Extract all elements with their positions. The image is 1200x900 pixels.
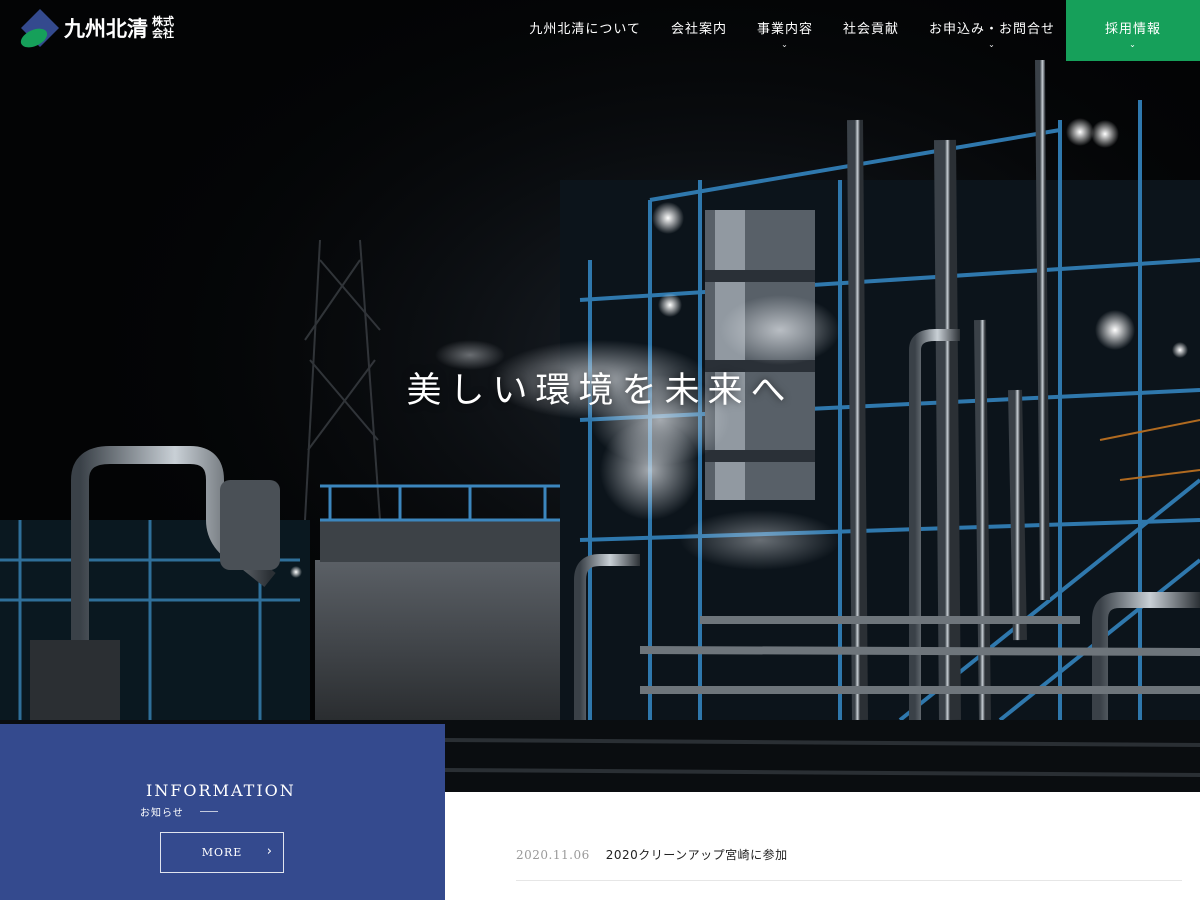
nav-item-business[interactable]: 事業内容 ⌄: [742, 0, 828, 60]
logo-company-suffix: 株式 会社: [152, 16, 174, 40]
chevron-down-icon: ⌄: [781, 40, 789, 49]
nav-item-label: 社会貢献: [842, 22, 899, 37]
logo-suffix-bottom: 会社: [152, 27, 174, 40]
chevron-down-icon: ⌄: [1129, 40, 1137, 49]
news-item[interactable]: 2020.11.06 2020クリーンアップ宮崎に参加: [516, 846, 788, 863]
nav-item-label: お申込み・お問合せ: [928, 22, 1055, 37]
logo-mark-icon: [20, 8, 60, 48]
recruit-label: 採用情報: [1104, 22, 1161, 37]
news-list: 2020.11.06 2020クリーンアップ宮崎に参加: [445, 792, 1200, 900]
information-panel: INFORMATION お知らせ MORE ›: [0, 724, 445, 900]
nav-item-label: 事業内容: [756, 22, 813, 37]
information-title: INFORMATION: [146, 781, 296, 800]
nav-item-label: 会社案内: [670, 22, 727, 37]
information-subtitle: お知らせ: [140, 804, 218, 819]
nav-item-contact[interactable]: お申込み・お問合せ ⌄: [914, 0, 1070, 60]
main-nav: 九州北清について 会社案内 事業内容 ⌄ 社会貢献 お申込み・お問合せ ⌄: [514, 0, 1070, 60]
site-header: 九州北清 株式 会社 九州北清について 会社案内 事業内容 ⌄ 社会貢献 お申込…: [0, 0, 1200, 61]
news-divider: [516, 880, 1182, 881]
chevron-down-icon: ⌄: [988, 40, 996, 49]
hero-tagline: 美しい環境を未来へ: [406, 371, 794, 411]
hero-section: 美しい環境を未来へ: [0, 0, 1200, 792]
subtitle-rule: [199, 811, 218, 812]
nav-item-social-contribution[interactable]: 社会貢献: [828, 0, 914, 60]
news-date: 2020.11.06: [516, 847, 590, 862]
chevron-right-icon: ›: [266, 844, 273, 859]
news-title[interactable]: 2020クリーンアップ宮崎に参加: [606, 846, 788, 863]
more-button[interactable]: MORE ›: [160, 832, 284, 873]
information-subtitle-text: お知らせ: [140, 808, 184, 819]
logo-name: 九州北清: [64, 17, 148, 41]
nav-item-company[interactable]: 会社案内: [656, 0, 742, 60]
more-button-label: MORE: [201, 846, 243, 859]
site-logo[interactable]: 九州北清 株式 会社: [20, 6, 190, 50]
nav-item-label: 九州北清について: [529, 22, 641, 37]
recruit-button[interactable]: 採用情報 ⌄: [1066, 0, 1200, 61]
nav-item-about[interactable]: 九州北清について: [514, 0, 656, 60]
